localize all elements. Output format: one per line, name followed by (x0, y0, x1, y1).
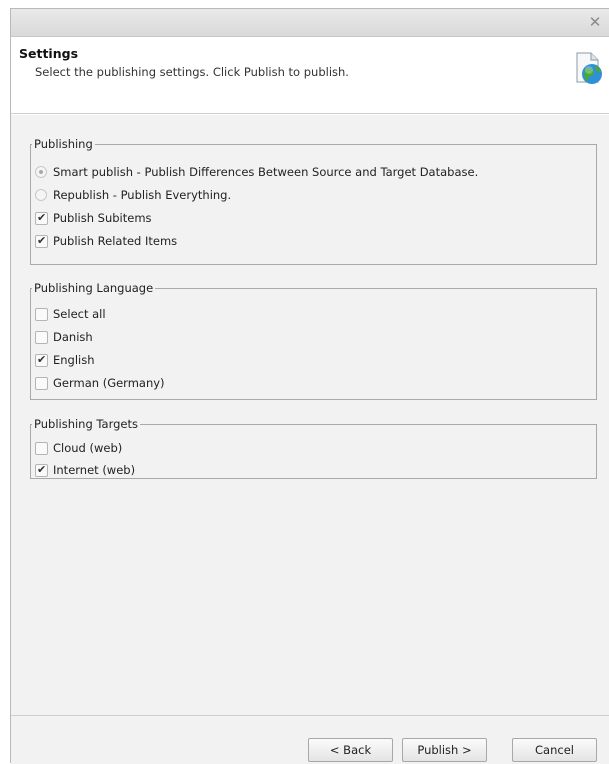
publishing-group: Publishing Smart publish - Publish Diffe… (30, 137, 597, 265)
publish-subitems-label: Publish Subitems (53, 211, 152, 225)
checkbox-danish[interactable] (35, 330, 48, 344)
english-label: English (53, 353, 95, 367)
wizard-footer: < Back Publish > Cancel (11, 715, 609, 764)
targets-group: Publishing Targets Cloud (web) Internet … (30, 417, 597, 479)
checkbox-select-all[interactable] (35, 307, 48, 321)
checkbox-german[interactable] (35, 376, 48, 390)
smart-publish-label: Smart publish - Publish Differences Betw… (53, 165, 479, 179)
language-item-english[interactable]: English (35, 351, 95, 369)
select-all-label: Select all (53, 307, 106, 321)
language-legend: Publishing Language (34, 281, 154, 295)
cloud-label: Cloud (web) (53, 441, 123, 455)
publishing-legend: Publishing (34, 137, 93, 151)
republish-label: Republish - Publish Everything. (53, 188, 232, 202)
publish-subitems-checkbox[interactable]: Publish Subitems (35, 209, 152, 227)
republish-radio[interactable]: Republish - Publish Everything. (35, 186, 231, 204)
checkbox-publish-subitems[interactable] (35, 211, 48, 225)
internet-label: Internet (web) (53, 463, 136, 477)
publish-related-label: Publish Related Items (53, 234, 178, 248)
target-item-internet[interactable]: Internet (web) (35, 461, 135, 479)
close-icon[interactable]: ✕ (587, 14, 603, 30)
language-item-select-all[interactable]: Select all (35, 305, 106, 323)
publish-dialog: ✕ Settings Select the publishing setting… (10, 8, 609, 764)
checkbox-internet[interactable] (35, 463, 48, 477)
language-item-danish[interactable]: Danish (35, 328, 93, 346)
wizard-header: Settings Select the publishing settings.… (11, 38, 609, 114)
publish-button[interactable]: Publish > (402, 738, 487, 762)
language-group: Publishing Language Select all Danish En… (30, 281, 597, 400)
checkbox-publish-related[interactable] (35, 234, 48, 248)
publish-related-checkbox[interactable]: Publish Related Items (35, 232, 177, 250)
target-item-cloud[interactable]: Cloud (web) (35, 439, 122, 457)
checkbox-english[interactable] (35, 353, 48, 367)
settings-panel: Publishing Smart publish - Publish Diffe… (11, 115, 609, 715)
radio-smart-publish[interactable] (35, 166, 47, 178)
checkbox-cloud[interactable] (35, 441, 48, 455)
smart-publish-radio[interactable]: Smart publish - Publish Differences Betw… (35, 163, 478, 181)
radio-republish[interactable] (35, 189, 47, 201)
german-label: German (Germany) (53, 376, 165, 390)
page-title: Settings (19, 46, 79, 61)
language-item-german[interactable]: German (Germany) (35, 374, 165, 392)
title-bar: ✕ (11, 9, 609, 37)
back-button[interactable]: < Back (308, 738, 393, 762)
publish-globe-icon (576, 52, 602, 84)
danish-label: Danish (53, 330, 93, 344)
targets-legend: Publishing Targets (34, 417, 138, 431)
page-subtitle: Select the publishing settings. Click Pu… (35, 65, 349, 79)
cancel-button[interactable]: Cancel (512, 738, 597, 762)
